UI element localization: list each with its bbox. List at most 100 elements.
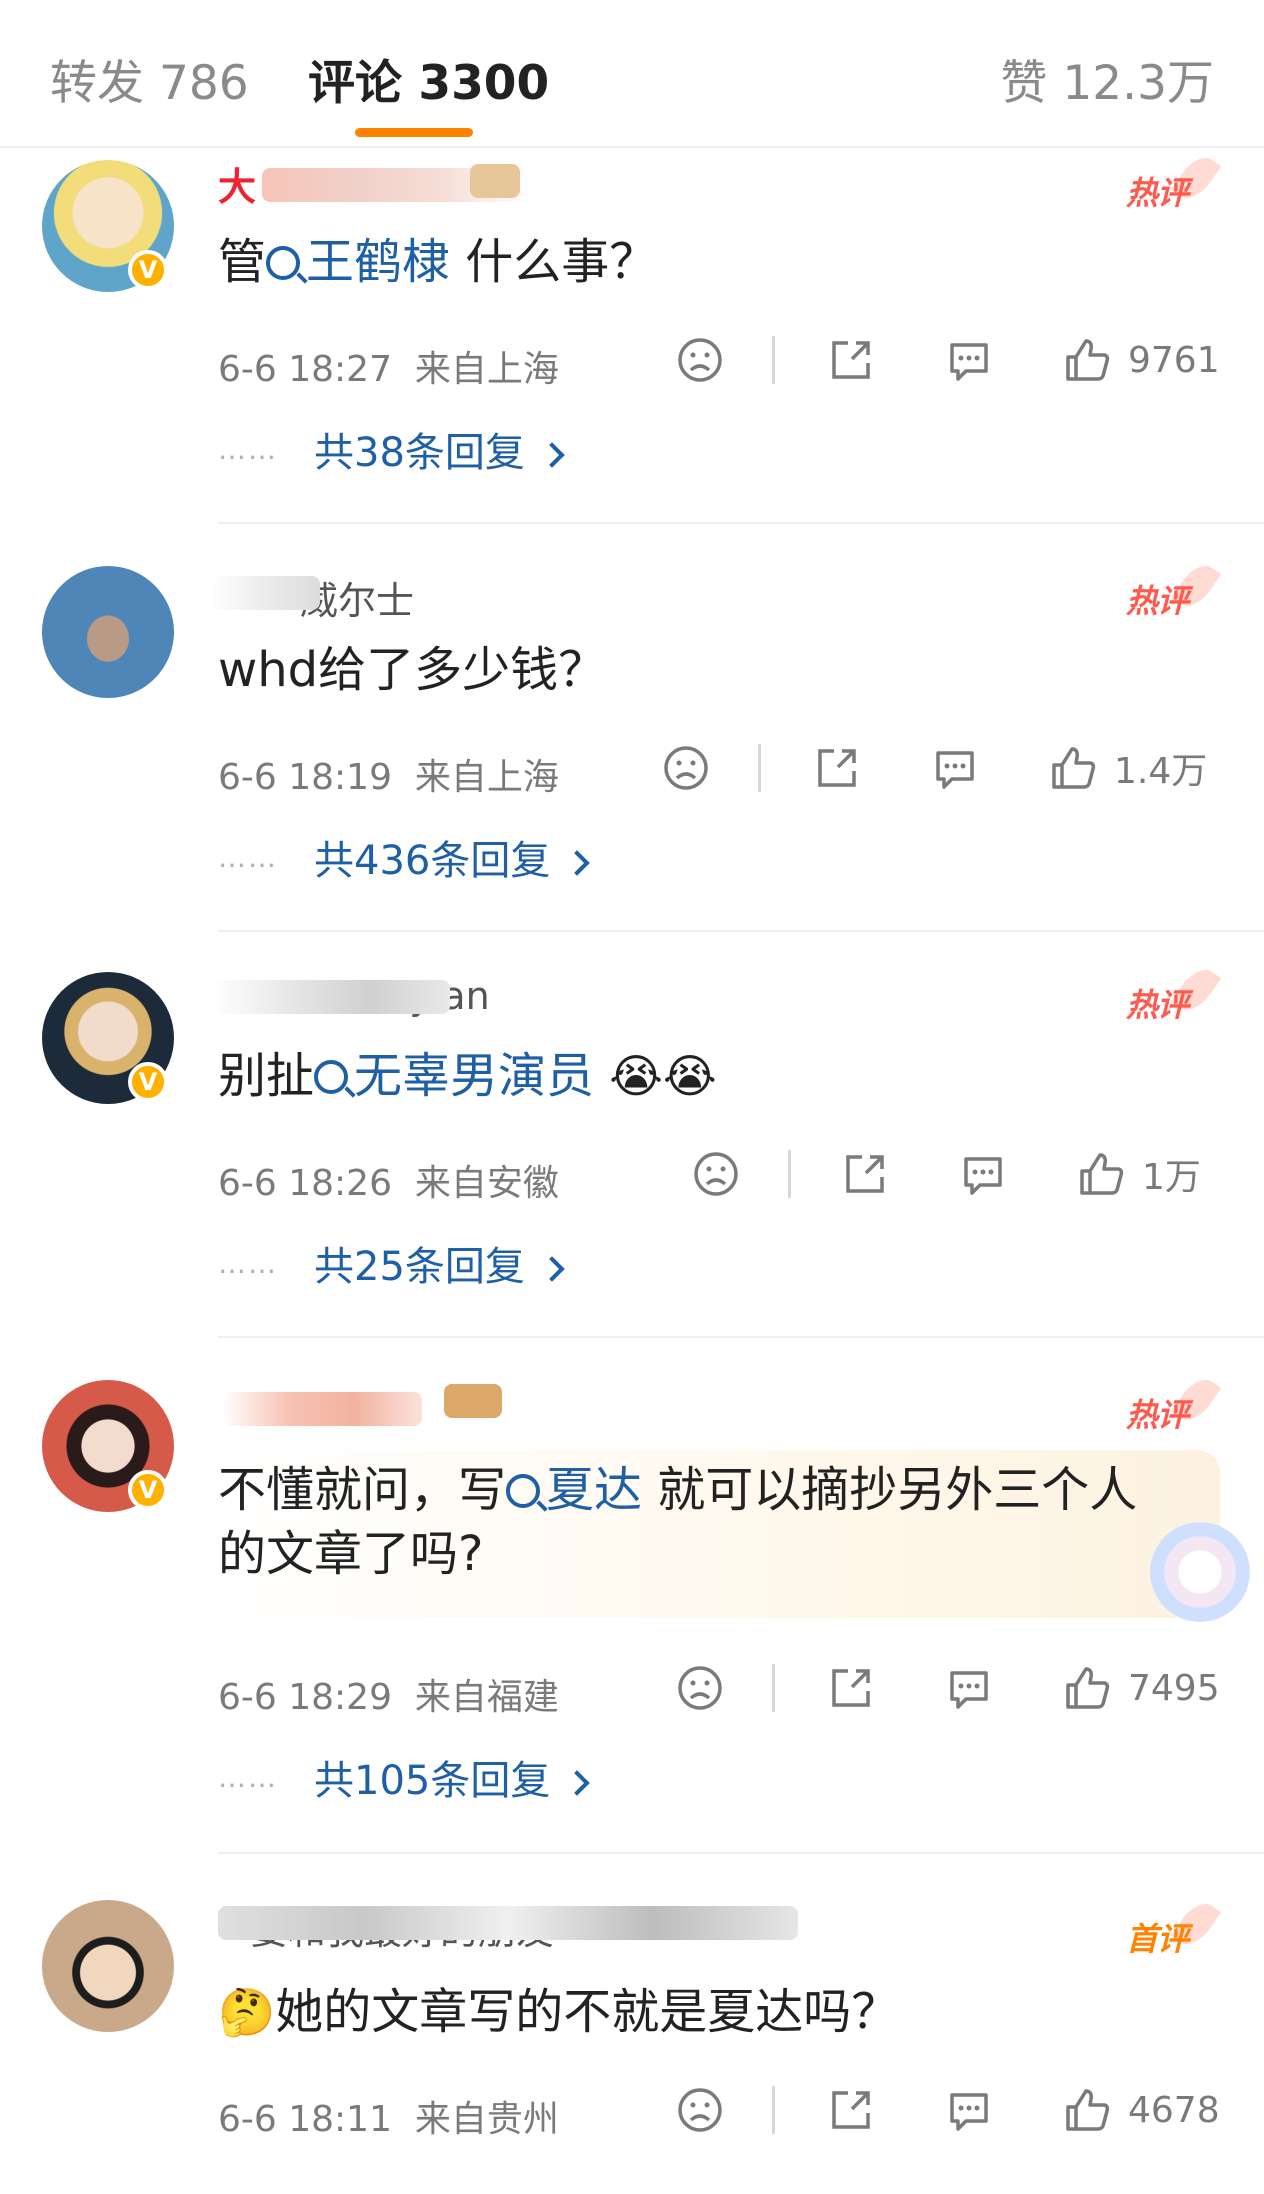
comment-actions: 9761 xyxy=(0,330,1264,390)
search-icon xyxy=(314,1060,349,1094)
like-count: 1万 xyxy=(1142,1157,1201,1198)
comment-button[interactable] xyxy=(958,1144,1008,1204)
comment-content: 🤔她的文章写的不就是夏达吗？ xyxy=(218,1984,900,2040)
dislike-button[interactable] xyxy=(662,738,710,798)
comment-content: 管王鹤棣 什么事？ xyxy=(218,234,658,290)
crying-emoji: 😭😭 xyxy=(609,1049,717,1103)
tab-repost[interactable]: 转发 786 xyxy=(50,44,249,113)
comment-icon xyxy=(950,1671,988,1709)
comment-icon xyxy=(950,2093,988,2131)
comment-actions: 1.4万 xyxy=(0,738,1264,798)
verified-icon: V xyxy=(128,1062,168,1102)
search-icon xyxy=(266,246,301,280)
view-replies-link[interactable]: 共436条回复 xyxy=(314,828,591,886)
replies-row: …… 共436条回复 xyxy=(218,832,591,884)
like-button[interactable]: 4678 xyxy=(1062,2080,1220,2140)
thumbs-up-icon xyxy=(1066,1667,1110,1709)
view-replies-link[interactable]: 共38条回复 xyxy=(314,420,565,478)
divider xyxy=(788,1150,791,1198)
share-icon xyxy=(832,2091,870,2129)
sticker-image xyxy=(1150,1522,1250,1622)
share-button[interactable] xyxy=(826,330,876,390)
separator xyxy=(218,930,1264,932)
divider xyxy=(758,744,761,792)
hot-comment-badge: 热评 xyxy=(1126,558,1222,620)
share-button[interactable] xyxy=(826,2080,876,2140)
like-button[interactable]: 1.4万 xyxy=(1048,738,1207,798)
hot-comment-badge: 热评 xyxy=(1126,1372,1222,1434)
replies-row: …… 共25条回复 xyxy=(218,1238,565,1290)
like-button[interactable]: 9761 xyxy=(1062,330,1220,390)
share-icon xyxy=(832,1669,870,1707)
chevron-right-icon xyxy=(564,850,591,876)
blurred-username xyxy=(470,164,520,198)
dislike-button[interactable] xyxy=(676,1658,724,1718)
comment-button[interactable] xyxy=(944,2080,994,2140)
thumbs-up-icon xyxy=(1080,1153,1124,1195)
separator xyxy=(218,522,1264,524)
topic-link[interactable]: 夏达 xyxy=(506,1462,642,1518)
blurred-username xyxy=(218,1906,798,1940)
username[interactable]: 大 xyxy=(218,156,256,209)
view-replies-link[interactable]: 共25条回复 xyxy=(314,1234,565,1292)
comment-button[interactable] xyxy=(930,738,980,798)
comment-actions: 4678 xyxy=(0,2080,1264,2140)
comment-icon xyxy=(964,1157,1002,1195)
share-button[interactable] xyxy=(840,1144,890,1204)
avatar[interactable] xyxy=(42,1900,174,2032)
tab-likes[interactable]: 赞 12.3万 xyxy=(1000,44,1214,113)
hot-comment-badge: 热评 xyxy=(1126,962,1222,1024)
like-count: 7495 xyxy=(1128,1667,1220,1709)
separator xyxy=(218,1336,1264,1338)
thumbs-up-icon xyxy=(1052,747,1096,789)
dislike-button[interactable] xyxy=(676,330,724,390)
divider xyxy=(772,336,775,384)
divider xyxy=(772,1664,775,1712)
active-tab-indicator xyxy=(355,128,473,137)
comment-button[interactable] xyxy=(944,330,994,390)
share-icon xyxy=(832,341,870,379)
dislike-button[interactable] xyxy=(676,2080,724,2140)
sad-face-icon xyxy=(678,338,722,382)
comment-content: whd给了多少钱？ xyxy=(218,642,607,698)
avatar[interactable] xyxy=(42,566,174,698)
thinking-emoji: 🤔 xyxy=(218,1985,276,2039)
like-count: 4678 xyxy=(1128,2089,1220,2131)
verified-icon: V xyxy=(128,250,168,290)
comment-tabs: 转发 786 评论 3300 赞 12.3万 xyxy=(0,0,1264,148)
sad-face-icon xyxy=(678,2088,722,2132)
like-button[interactable]: 1万 xyxy=(1076,1144,1201,1204)
topic-link[interactable]: 王鹤棣 xyxy=(266,234,450,290)
blurred-username xyxy=(444,1384,502,1418)
blurred-username xyxy=(210,576,320,610)
comment-content: 别扯 无辜男演员 😭😭 xyxy=(218,1048,717,1104)
view-replies-link[interactable]: 共105条回复 xyxy=(314,1748,591,1806)
first-comment-badge: 首评 xyxy=(1126,1896,1222,1958)
share-icon xyxy=(846,1155,884,1193)
chevron-right-icon xyxy=(564,1770,591,1796)
comment-icon xyxy=(950,343,988,381)
comment-actions: 7495 xyxy=(0,1658,1264,1718)
thumbs-up-icon xyxy=(1066,339,1110,381)
topic-link[interactable]: 无辜男演员 xyxy=(314,1048,594,1104)
like-count: 9761 xyxy=(1128,339,1220,381)
comment-button[interactable] xyxy=(944,1658,994,1718)
share-button[interactable] xyxy=(812,738,862,798)
sad-face-icon xyxy=(664,746,708,790)
separator xyxy=(218,1852,1264,1854)
comment-actions: 1万 xyxy=(0,1144,1264,1204)
share-button[interactable] xyxy=(826,1658,876,1718)
hot-comment-badge: 热评 xyxy=(1126,150,1222,212)
tab-comment[interactable]: 评论 3300 xyxy=(308,44,549,113)
comment-content: 不懂就问，写 夏达 就可以摘抄另外三个人的文章了吗? xyxy=(218,1462,1138,1582)
sad-face-icon xyxy=(694,1152,738,1196)
share-icon xyxy=(818,749,856,787)
chevron-right-icon xyxy=(539,1256,565,1282)
divider xyxy=(772,2086,775,2134)
like-button[interactable]: 7495 xyxy=(1062,1658,1220,1718)
blurred-username xyxy=(214,980,450,1014)
thumbs-up-icon xyxy=(1066,2089,1110,2131)
sad-face-icon xyxy=(678,1666,722,1710)
dislike-button[interactable] xyxy=(692,1144,740,1204)
replies-row: …… 共105条回复 xyxy=(218,1752,591,1804)
